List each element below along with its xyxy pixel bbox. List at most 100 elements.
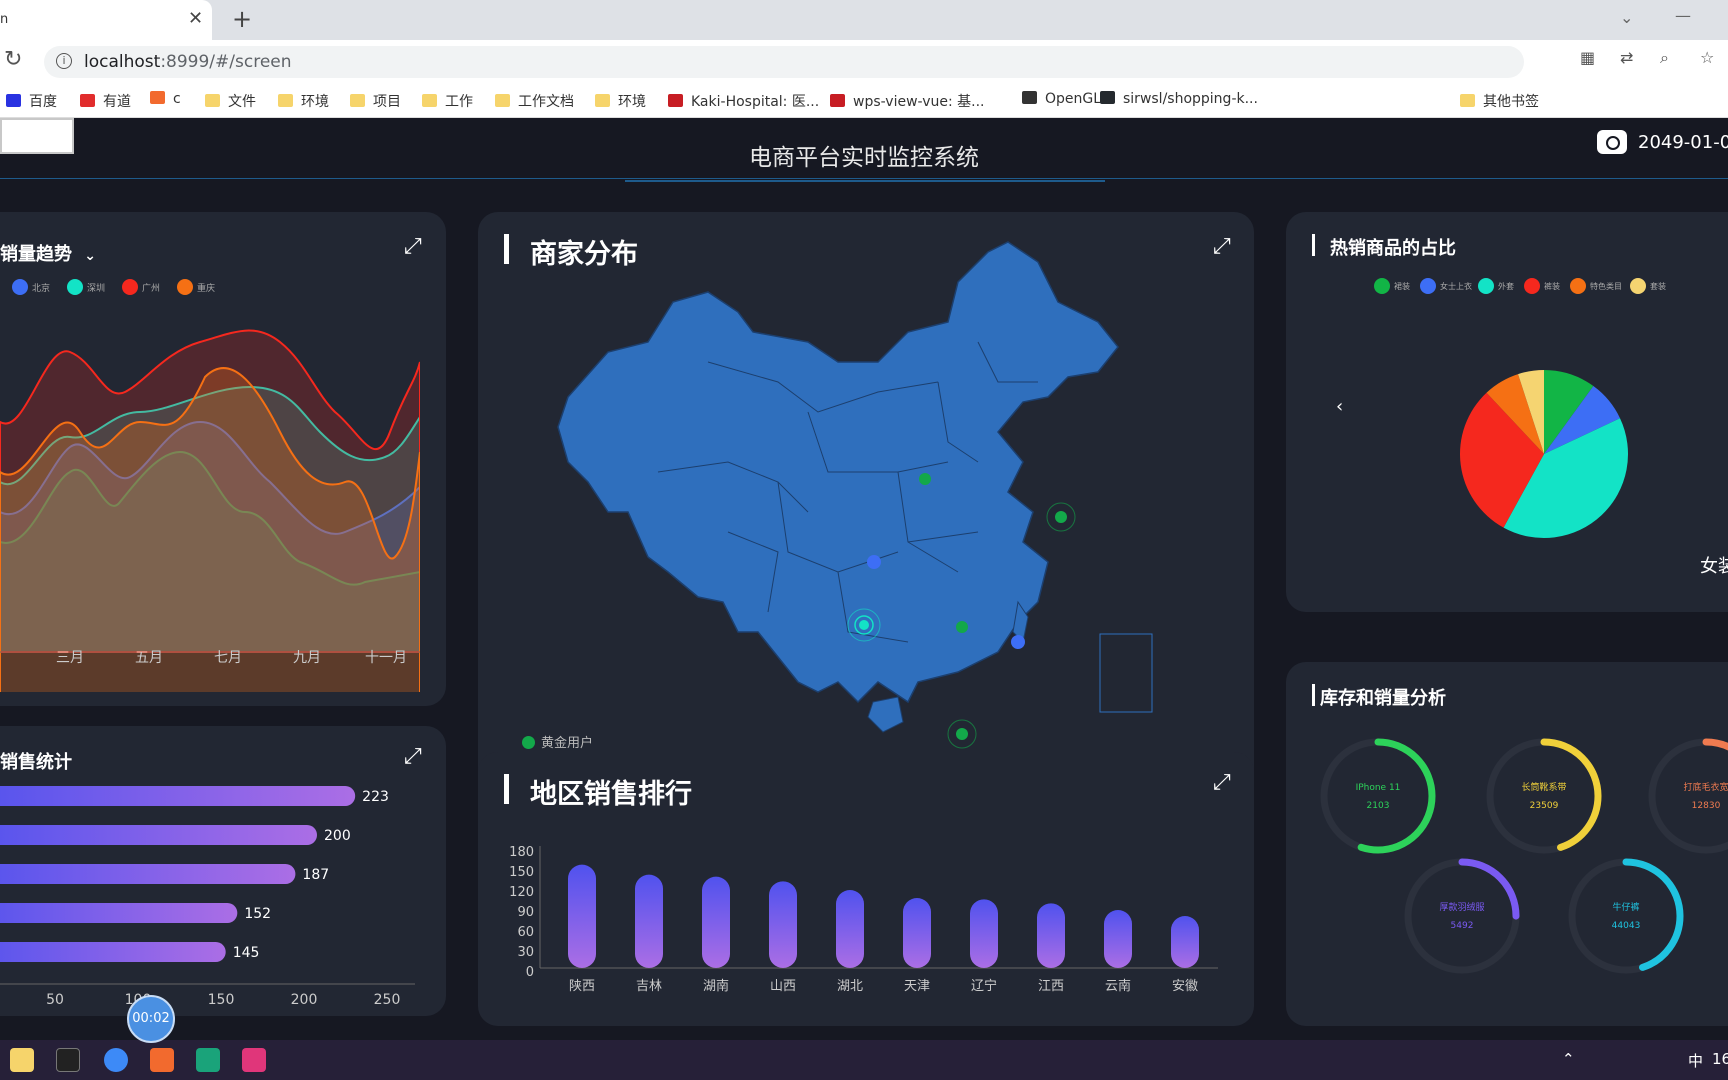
bookmarks-bar: 百度 有道 c 文件 环境 项目 工作 工作文档 环境 Kaki-Hospital: 医... wp…: [0, 84, 1728, 118]
legend-label: 套装: [1650, 281, 1666, 291]
seller-bars: 223 200 187 152 145: [0, 786, 389, 962]
bookmark-item[interactable]: 环境: [278, 91, 329, 111]
expand-icon[interactable]: ⤢: [404, 234, 422, 259]
x-tick-label: 吉林: [636, 979, 662, 994]
recording-timer[interactable]: 00:02: [127, 995, 175, 1043]
tab-close-icon[interactable]: ✕: [188, 8, 203, 29]
rank-bar: [769, 881, 797, 968]
legend-marker: [177, 279, 193, 295]
ring-value: 2103: [1367, 801, 1390, 811]
x-tick-label: 山西: [770, 979, 796, 994]
gitee-icon: [668, 94, 683, 107]
bookmark-item[interactable]: 工作: [422, 91, 473, 111]
bookmark-label: 环境: [301, 94, 329, 110]
file-explorer-icon[interactable]: [10, 1048, 34, 1072]
tab-title: n: [0, 12, 9, 27]
map-panel: 商家分布 ⤢ 黄金用户: [478, 212, 1254, 842]
hot-category-label: 女装: [1700, 556, 1728, 577]
bookmark-item[interactable]: 百度: [6, 91, 57, 111]
legend-label: 黄金用户: [541, 736, 594, 751]
x-tick-label: 三月: [56, 650, 84, 666]
browser-icon[interactable]: [104, 1048, 128, 1072]
ring-name: 长筒靴系带: [1521, 781, 1566, 793]
bookmark-label: 工作: [445, 94, 473, 110]
rank-chart: 180 150 120 90 60 30 0 陕西 吉林 湖南 山西 湖北 天津 辽宁 江西 云南 安徽: [509, 845, 1218, 994]
x-tick-label: 200: [291, 992, 318, 1008]
ime-indicator[interactable]: 中: [1688, 1050, 1703, 1071]
bookmark-item[interactable]: 文件: [205, 91, 256, 111]
clock[interactable]: 16: [1712, 1050, 1728, 1068]
taskbar: ⌃ 中 16: [0, 1040, 1728, 1080]
y-tick-label: 120: [509, 885, 534, 900]
bookmark-label: 项目: [373, 94, 401, 110]
legend-marker: [522, 736, 535, 749]
tray-icons[interactable]: ⌃: [1562, 1050, 1575, 1068]
bookmark-item[interactable]: 项目: [350, 91, 401, 111]
minimize-icon[interactable]: —: [1675, 6, 1691, 25]
china-map: [557, 241, 1153, 749]
rank-bar: [702, 876, 730, 968]
youdao-icon: [80, 94, 95, 107]
trend-panel: 销量趋势 ⌄ ⤢ 北京 深圳 广州 重庆 三月 五月 七月 九月 十一月: [0, 212, 446, 706]
expand-icon[interactable]: ⤢: [404, 744, 422, 769]
bookmark-item[interactable]: 有道: [80, 91, 131, 111]
address-bar[interactable]: i localhost:8999/#/screen: [44, 46, 1524, 78]
seller-bar: [0, 786, 356, 806]
x-tick-label: 湖南: [703, 978, 729, 994]
bookmark-item[interactable]: 其他书签: [1460, 91, 1539, 111]
seller-title: 销售统计: [0, 752, 72, 773]
bookmark-item[interactable]: c: [150, 91, 181, 107]
rank-x-axis: 陕西 吉林 湖南 山西 湖北 天津 辽宁 江西 云南 安徽: [569, 978, 1198, 994]
translate-icon[interactable]: ⇄: [1620, 48, 1633, 67]
reload-icon[interactable]: ↻: [4, 47, 22, 72]
zoom-icon[interactable]: ⌕: [1660, 48, 1669, 68]
folder-icon: [205, 94, 220, 107]
bookmark-item[interactable]: wps-view-vue: 基...: [830, 91, 985, 111]
stock-panel: 库存和销量分析 IPhone 11 2103 长筒靴系带 23509 打底毛衣宽 1283…: [1286, 662, 1728, 1026]
bookmark-item[interactable]: 环境: [595, 91, 646, 111]
chevron-down-icon[interactable]: ⌄: [84, 248, 96, 264]
bookmark-label: 工作文档: [518, 94, 574, 110]
trend-title[interactable]: 销量趋势 ⌄: [0, 240, 96, 266]
active-tab[interactable]: n ✕: [0, 0, 212, 40]
y-tick-label: 60: [517, 925, 534, 940]
date-text: 2049-01-01: [1638, 132, 1728, 153]
rank-bar: [1104, 910, 1132, 968]
folder-icon: [350, 94, 365, 107]
rank-bar: [635, 874, 663, 968]
bookmark-item[interactable]: sirwsl/shopping-k...: [1100, 91, 1258, 107]
legend-label: 深圳: [87, 283, 105, 294]
x-tick-label: 150: [208, 992, 235, 1008]
seller-bar: [0, 825, 317, 845]
book-icon: [1022, 91, 1037, 104]
qr-icon[interactable]: ▦: [1580, 48, 1595, 67]
github-icon: [1100, 91, 1115, 104]
legend-label: 外套: [1498, 281, 1514, 291]
x-tick-label: 十一月: [365, 650, 407, 666]
theme-switch-icon[interactable]: [1597, 130, 1627, 154]
y-tick-label: 0: [526, 965, 534, 980]
legend-label: 裙装: [1394, 281, 1410, 291]
webstorm-icon[interactable]: [196, 1048, 220, 1072]
star-icon[interactable]: ☆: [1700, 48, 1714, 67]
browser-tabstrip: n ✕ + ⌄ —: [0, 0, 1728, 40]
legend-marker: [1374, 278, 1390, 294]
info-icon[interactable]: i: [56, 53, 72, 69]
new-tab-icon[interactable]: +: [232, 5, 252, 33]
legend-label: 重庆: [197, 282, 215, 294]
bookmark-item[interactable]: Kaki-Hospital: 医...: [668, 91, 819, 111]
sublime-icon[interactable]: [150, 1048, 174, 1072]
stock-rings: IPhone 11 2103 长筒靴系带 23509 打底毛衣宽 12830 厚款羽绒服 54…: [1320, 738, 1728, 974]
bookmark-label: wps-view-vue: 基...: [853, 94, 985, 110]
hot-chart: 裙装 女士上衣 外套 裤装 特色类目 套装 ‹: [1336, 278, 1666, 538]
rank-bar: [970, 899, 998, 968]
terminal-icon[interactable]: [56, 1048, 80, 1072]
ring-name: 打底毛衣宽: [1683, 781, 1728, 793]
bookmark-item[interactable]: OpenGL: [1022, 91, 1101, 107]
tab-search-icon[interactable]: ⌄: [1620, 8, 1633, 27]
intellij-icon[interactable]: [242, 1048, 266, 1072]
seller-bar: [0, 942, 226, 962]
seller-bar: [0, 903, 238, 923]
y-tick-label: 90: [517, 905, 534, 920]
bookmark-item[interactable]: 工作文档: [495, 91, 574, 111]
